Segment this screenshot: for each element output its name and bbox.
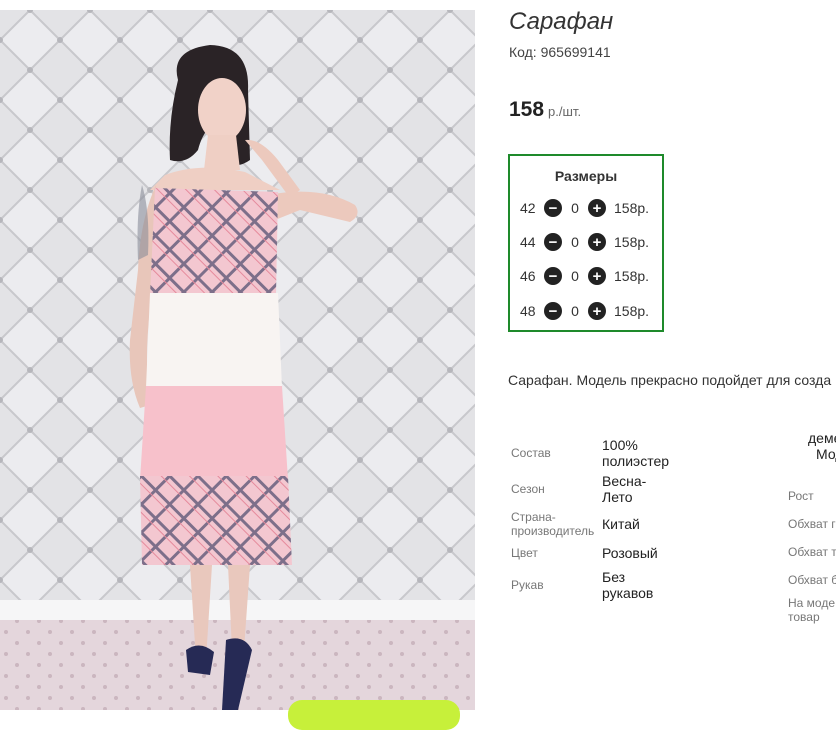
attribute-value: Китай bbox=[602, 516, 640, 532]
product-description: Сарафан. Модель прекрасно подойдет для с… bbox=[508, 372, 832, 388]
add-to-cart-button[interactable] bbox=[288, 700, 460, 730]
sizes-heading: Размеры bbox=[554, 168, 618, 184]
size-price: 158р. bbox=[614, 200, 650, 216]
plus-circle-icon[interactable]: + bbox=[588, 302, 606, 320]
attribute-value-cut: Мод bbox=[816, 446, 836, 462]
attribute-value: Без рукавов bbox=[602, 569, 654, 601]
sizes-panel: Размеры 42 − 0 + 158р. 44 − 0 + 158р. 46… bbox=[508, 154, 664, 332]
price-unit: р./шт. bbox=[548, 104, 582, 119]
attribute-label: Страна-производитель bbox=[511, 510, 595, 538]
measure-label: На моде bbox=[788, 596, 836, 610]
attribute-value: Розовый bbox=[602, 545, 658, 561]
size-value: 46 bbox=[520, 268, 536, 284]
size-value: 42 bbox=[520, 200, 536, 216]
measure-label: товар bbox=[788, 610, 820, 624]
product-code: Код: 965699141 bbox=[509, 44, 611, 60]
size-row: 42 − 0 + 158р. bbox=[520, 198, 649, 218]
price-amount: 158 bbox=[509, 98, 545, 121]
measure-label: Рост bbox=[788, 489, 814, 503]
quantity-value[interactable]: 0 bbox=[562, 303, 588, 319]
minus-circle-icon[interactable]: − bbox=[544, 267, 562, 285]
minus-circle-icon[interactable]: − bbox=[544, 302, 562, 320]
product-title: Сарафан bbox=[509, 8, 614, 35]
plus-circle-icon[interactable]: + bbox=[588, 199, 606, 217]
quantity-value[interactable]: 0 bbox=[562, 200, 588, 216]
attribute-label: Состав bbox=[511, 446, 551, 460]
quantity-value[interactable]: 0 bbox=[562, 234, 588, 250]
size-row: 44 − 0 + 158р. bbox=[520, 232, 649, 252]
quantity-value[interactable]: 0 bbox=[562, 268, 588, 284]
attribute-label: Сезон bbox=[511, 482, 545, 496]
measure-label: Обхват б bbox=[788, 573, 836, 587]
attribute-value: 100% полиэстер bbox=[602, 437, 670, 469]
attribute-value: Весна-Лето bbox=[602, 473, 647, 505]
size-price: 158р. bbox=[614, 303, 650, 319]
size-row: 48 − 0 + 158р. bbox=[520, 301, 649, 321]
product-photo[interactable] bbox=[0, 10, 475, 710]
minus-circle-icon[interactable]: − bbox=[544, 233, 562, 251]
attribute-label: Рукав bbox=[511, 578, 544, 592]
size-price: 158р. bbox=[614, 234, 650, 250]
size-value: 48 bbox=[520, 303, 536, 319]
measure-label: Обхват т bbox=[788, 545, 836, 559]
attribute-label: Цвет bbox=[511, 546, 538, 560]
minus-circle-icon[interactable]: − bbox=[544, 199, 562, 217]
size-price: 158р. bbox=[614, 268, 650, 284]
size-value: 44 bbox=[520, 234, 536, 250]
plus-circle-icon[interactable]: + bbox=[588, 233, 606, 251]
product-price: 158 р./шт. bbox=[509, 98, 581, 122]
measure-label: Обхват гр bbox=[788, 517, 836, 531]
plus-circle-icon[interactable]: + bbox=[588, 267, 606, 285]
size-row: 46 − 0 + 158р. bbox=[520, 266, 649, 286]
attribute-value-cut: деме bbox=[808, 430, 836, 446]
